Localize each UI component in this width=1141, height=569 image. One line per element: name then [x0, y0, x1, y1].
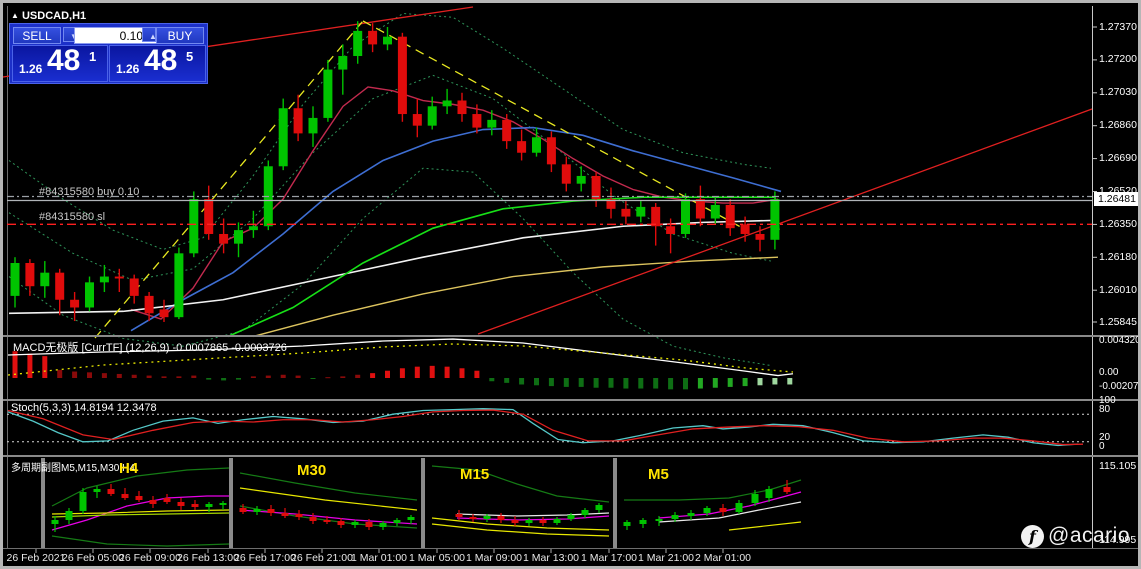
current-price-box: 1.26481	[1094, 191, 1138, 206]
price-scale-label: 1.26690	[1099, 152, 1137, 165]
timeframe-label-m30: M30	[297, 462, 327, 479]
symbol-text: USDCAD,H1	[21, 10, 87, 22]
symbol-triangle-icon: ▲	[11, 11, 19, 20]
sl-order-label: #84315580 sl	[39, 211, 106, 223]
price-scale-label: 1.25845	[1099, 315, 1137, 328]
price-scale-label: 1.27370	[1099, 20, 1137, 33]
price-scale-label: 1.26860	[1099, 119, 1137, 132]
terminal-window: ▲ USDCAD,H1 SELL ▼ ▲ BUY 1.26 48 1 1.26 …	[0, 0, 1141, 569]
macd-label: MACD无极版 [CurrTF] (12,26,9) -0.0007865 -0…	[13, 342, 287, 354]
time-axis-label: 1 Mar 13:00	[522, 552, 580, 564]
time-axis-label: 26 Feb 2021	[6, 552, 66, 564]
timeframe-label-h4: H4	[119, 460, 139, 477]
timeframe-label-m15: M15	[460, 466, 490, 483]
symbol-label: ▲ USDCAD,H1	[11, 10, 86, 22]
time-axis-label: 1 Mar 01:00	[350, 552, 408, 564]
macd-scale-label: 0.00	[1099, 367, 1119, 378]
sell-price-big: 48	[47, 44, 81, 77]
time-axis-label: 2 Mar 01:00	[694, 552, 752, 564]
one-click-trade-panel: SELL ▼ ▲ BUY 1.26 48 1 1.26 48 5	[9, 23, 208, 84]
price-scale-label: 1.26010	[1099, 283, 1137, 296]
buy-button[interactable]: BUY	[156, 27, 204, 44]
stoch-panel[interactable]	[6, 401, 1135, 455]
buy-price-small: 1.26	[116, 62, 140, 76]
price-scale-label: 1.26180	[1099, 250, 1137, 263]
multi-tf-label: 多周期副图M5,M15,M30,H4	[11, 463, 135, 474]
watermark: f @acario	[1021, 524, 1130, 548]
time-axis-label: 1 Mar 09:00	[465, 552, 523, 564]
stoch-label: Stoch(5,3,3) 14.8194 12.3478	[11, 402, 157, 414]
sell-price-small: 1.26	[19, 62, 43, 76]
time-axis-label: 1 Mar 05:00	[408, 552, 466, 564]
stoch-scale-label: 0	[1099, 441, 1105, 452]
time-axis-label: 26 Feb 05:00	[62, 552, 124, 564]
time-axis-label: 1 Mar 17:00	[580, 552, 638, 564]
watermark-handle: @acario	[1048, 524, 1131, 547]
buy-price-sup: 5	[186, 49, 194, 64]
time-axis-label: 26 Feb 09:00	[119, 552, 181, 564]
macd-scale-label: -0.0020777	[1099, 381, 1139, 392]
multi-timeframe-panel[interactable]	[6, 457, 1135, 548]
separator[interactable]	[3, 399, 1138, 401]
price-scale-label: 1.26350	[1099, 217, 1137, 230]
separator[interactable]	[3, 455, 1138, 457]
timeframe-label-m5: M5	[648, 466, 669, 483]
separator[interactable]	[3, 335, 1138, 337]
stoch-scale-label: 80	[1099, 404, 1111, 415]
mini-scale-top: 115.105	[1099, 460, 1137, 472]
time-axis-label: 26 Feb 17:00	[234, 552, 296, 564]
buy-quote[interactable]: 1.26 48 5	[109, 44, 206, 82]
acario-logo-icon: f	[1021, 524, 1044, 548]
price-scale-label: 1.27030	[1099, 86, 1137, 99]
time-axis-label: 1 Mar 21:00	[637, 552, 695, 564]
volume-up-button[interactable]: ▲	[142, 27, 157, 42]
separator	[3, 548, 1138, 549]
time-axis-label: 26 Feb 13:00	[177, 552, 239, 564]
sell-button[interactable]: SELL	[13, 27, 61, 44]
price-scale-label: 1.27200	[1099, 53, 1137, 66]
sell-quote[interactable]: 1.26 48 1	[12, 44, 108, 82]
time-axis-label: 26 Feb 21:00	[291, 552, 353, 564]
macd-scale-label: 0.0043203	[1099, 335, 1141, 346]
sell-price-sup: 1	[89, 49, 97, 64]
buy-price-big: 48	[144, 44, 178, 77]
buy-order-label: #84315580 buy 0.10	[39, 186, 140, 198]
